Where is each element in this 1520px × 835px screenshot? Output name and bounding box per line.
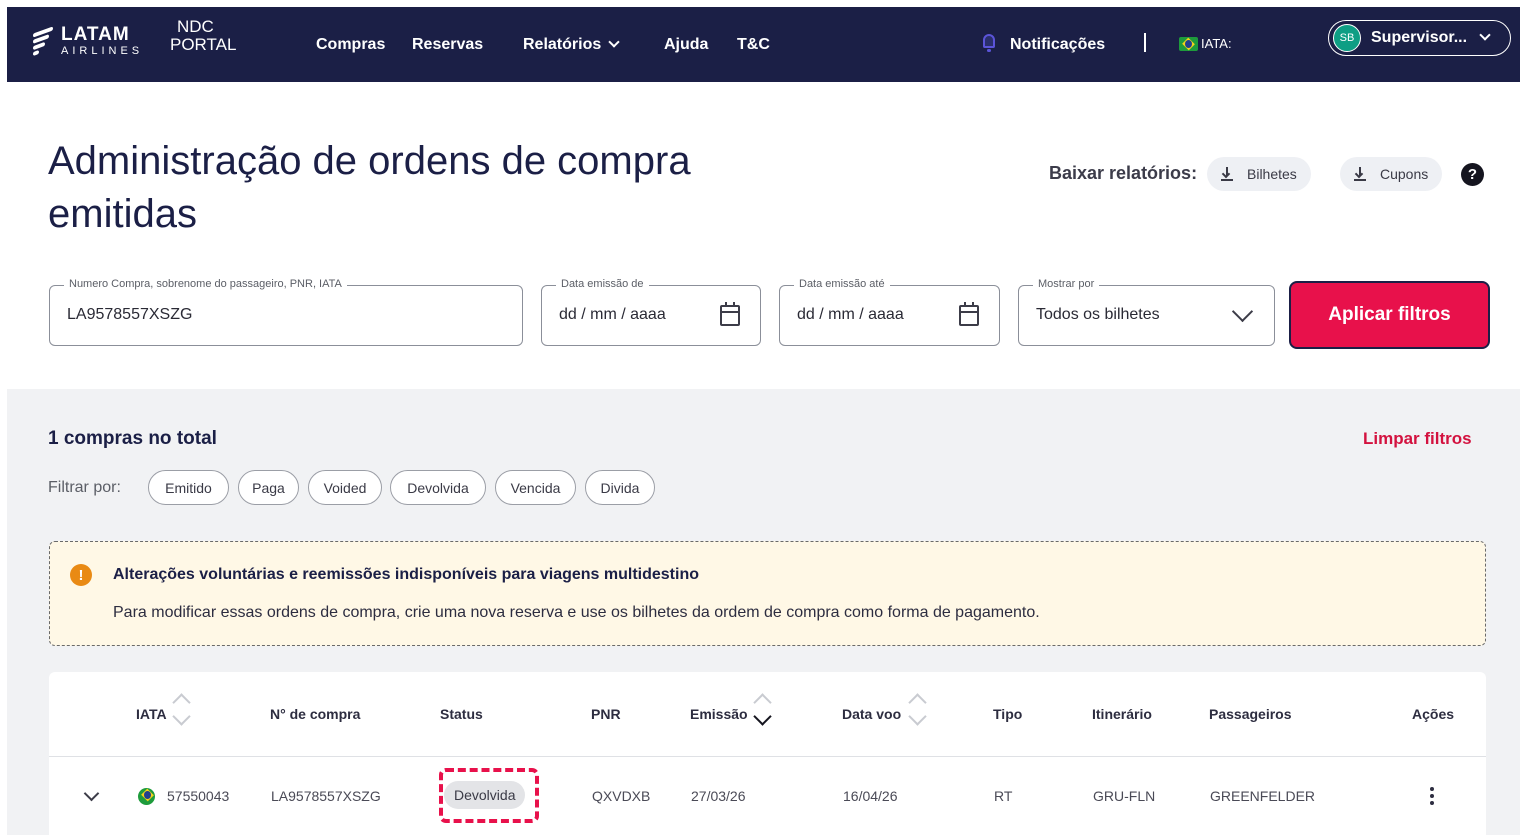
brazil-flag-icon — [138, 788, 155, 805]
nav-relatorios[interactable]: Relatórios — [523, 36, 620, 54]
nav-ajuda[interactable]: Ajuda — [664, 36, 708, 54]
col-actions: Ações — [1412, 706, 1455, 722]
status-highlight-box — [439, 768, 539, 823]
chip-divida[interactable]: Divida — [585, 470, 655, 505]
chip-emitido[interactable]: Emitido — [148, 470, 229, 505]
portal-name-line2: PORTAL — [170, 35, 237, 54]
alert-body: Para modificar essas ordens de compra, c… — [113, 604, 1040, 621]
chip-paga[interactable]: Paga — [238, 470, 299, 505]
col-type: Tipo — [993, 706, 1023, 722]
date-to-field[interactable]: Data emissão até dd / mm / aaaa — [779, 278, 1000, 346]
cell-itinerary: GRU-FLN — [1093, 788, 1156, 804]
user-menu-button[interactable]: SB Supervisor... — [1328, 20, 1511, 56]
chip-vencida[interactable]: Vencida — [495, 470, 576, 505]
user-name: Supervisor... — [1371, 29, 1468, 46]
help-icon[interactable]: ? — [1461, 163, 1484, 186]
alert-title: Alterações voluntárias e reemissões indi… — [113, 566, 699, 583]
col-pnr: PNR — [591, 706, 621, 722]
show-by-select[interactable]: Mostrar por Todos os bilhetes — [1018, 278, 1275, 346]
cell-purchase-number[interactable]: LA9578557XSZG — [271, 788, 381, 804]
col-itinerary: Itinerário — [1092, 706, 1152, 722]
calendar-icon[interactable] — [959, 302, 979, 326]
chevron-down-icon — [1231, 300, 1254, 323]
logo-airlines-text: AIRLINES — [61, 45, 144, 57]
download-icon — [1221, 167, 1233, 181]
chip-devolvida[interactable]: Devolvida — [390, 470, 486, 505]
portal-name: NDC PORTAL — [170, 18, 236, 54]
cell-passengers: GREENFELDER — [1210, 788, 1316, 804]
page-title: Administração de ordens de compra emitid… — [48, 139, 691, 236]
latam-logo[interactable]: LATAM AIRLINES — [33, 24, 143, 58]
date-to-legend: Data emissão até — [794, 278, 890, 290]
divider — [1144, 33, 1146, 52]
download-coupons-button[interactable]: Cupons — [1340, 157, 1443, 191]
iata-label: IATA: — [1201, 36, 1232, 51]
col-flight-date: Data voo — [842, 706, 902, 722]
table-header: IATA N° de compra Status PNR Emissão Dat… — [49, 672, 1486, 757]
download-reports-label: Baixar relatórios: — [1049, 163, 1198, 183]
multidestination-alert: ! Alterações voluntárias e reemissões in… — [49, 541, 1486, 646]
date-from-field[interactable]: Data emissão de dd / mm / aaaa — [541, 278, 761, 346]
filter-by-label: Filtrar por: — [48, 479, 121, 496]
warning-icon: ! — [70, 564, 92, 586]
latam-logo-icon — [33, 24, 55, 58]
notifications-link[interactable]: Notificações — [1010, 36, 1105, 54]
col-passengers: Passageiros — [1209, 706, 1292, 722]
search-field[interactable]: Numero Compra, sobrenome do passageiro, … — [49, 278, 523, 346]
chip-voided[interactable]: Voided — [308, 470, 382, 505]
cell-pnr: QXVDXB — [592, 788, 651, 804]
calendar-icon[interactable] — [720, 302, 740, 326]
orders-table: IATA N° de compra Status PNR Emissão Dat… — [49, 672, 1486, 835]
sort-iata-icon[interactable] — [171, 690, 193, 734]
date-from-input[interactable]: dd / mm / aaaa — [559, 306, 666, 324]
download-coupons-label: Cupons — [1380, 166, 1429, 182]
sort-emission-icon[interactable] — [752, 690, 774, 734]
download-tickets-button[interactable]: Bilhetes — [1207, 157, 1311, 191]
show-by-legend: Mostrar por — [1033, 278, 1100, 290]
col-purchase-number: N° de compra — [270, 706, 361, 722]
bell-icon[interactable] — [982, 34, 996, 52]
col-status: Status — [440, 706, 483, 722]
nav-tc[interactable]: T&C — [737, 36, 770, 54]
download-icon — [1354, 167, 1366, 181]
search-input[interactable]: LA9578557XSZG — [67, 306, 192, 324]
nav-reservas[interactable]: Reservas — [412, 36, 483, 54]
logo-latam-text: LATAM — [61, 24, 130, 45]
col-emission: Emissão — [690, 706, 748, 722]
clear-filters-link[interactable]: Limpar filtros — [1363, 429, 1472, 449]
cell-type: RT — [994, 788, 1013, 804]
apply-filters-button[interactable]: Aplicar filtros — [1289, 281, 1490, 349]
nav-compras[interactable]: Compras — [316, 36, 385, 54]
brazil-flag-icon — [1179, 36, 1198, 51]
results-count: 1 compras no total — [48, 428, 217, 449]
cell-emission: 27/03/26 — [691, 788, 746, 804]
sort-flight-date-icon[interactable] — [907, 690, 929, 734]
iata-indicator: IATA: — [1179, 36, 1232, 51]
portal-name-line1: NDC — [177, 17, 214, 36]
expand-row-icon[interactable] — [83, 785, 100, 802]
avatar: SB — [1333, 24, 1361, 52]
show-by-value: Todos os bilhetes — [1036, 306, 1160, 323]
chevron-down-icon — [1479, 29, 1491, 41]
download-tickets-label: Bilhetes — [1247, 166, 1297, 182]
chevron-down-icon — [608, 36, 620, 48]
more-actions-icon[interactable] — [1430, 787, 1434, 805]
cell-iata: 57550043 — [167, 788, 230, 804]
col-iata: IATA — [136, 706, 167, 722]
cell-flight-date: 16/04/26 — [843, 788, 898, 804]
date-to-input[interactable]: dd / mm / aaaa — [797, 306, 904, 324]
top-navbar: LATAM AIRLINES NDC PORTAL Compras Reserv… — [7, 7, 1520, 82]
date-from-legend: Data emissão de — [556, 278, 649, 290]
search-field-legend: Numero Compra, sobrenome do passageiro, … — [64, 278, 347, 290]
nav-relatorios-label: Relatórios — [523, 36, 602, 53]
